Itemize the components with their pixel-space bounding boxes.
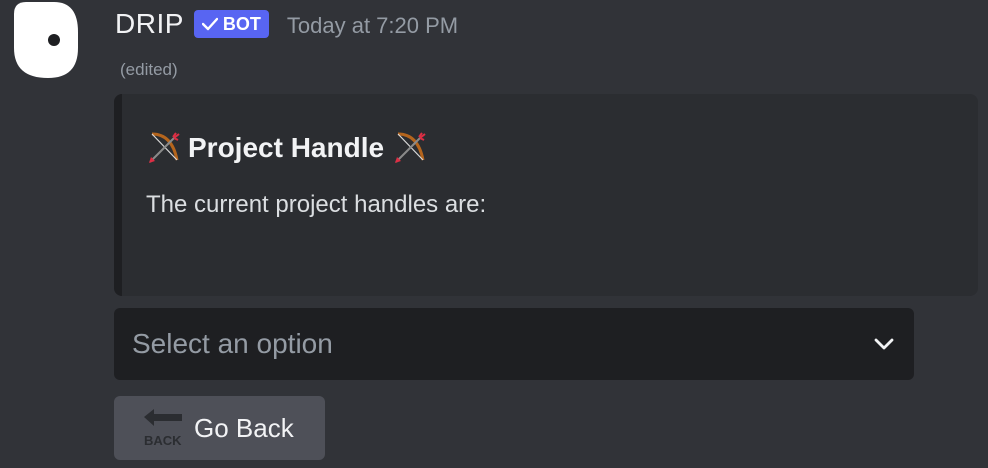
embed-accent-bar: [114, 94, 122, 296]
timestamp: Today at 7:20 PM: [286, 13, 459, 38]
avatar[interactable]: [14, 2, 78, 78]
chevron-down-icon: [874, 338, 894, 350]
bow-and-arrow-icon: [395, 132, 426, 163]
username[interactable]: DRIP: [115, 8, 184, 40]
bow-and-arrow-icon: [149, 132, 180, 163]
bot-badge: BOT: [193, 10, 269, 38]
back-icon-text: BACK: [144, 433, 182, 448]
go-back-button[interactable]: BACK Go Back: [114, 396, 325, 460]
edited-label: (edited): [120, 60, 178, 79]
select-placeholder: Select an option: [132, 328, 333, 359]
embed-title-text: Project Handle: [188, 132, 385, 163]
embed: Project Handle The current project handl…: [114, 94, 978, 296]
bot-badge-label: BOT: [222, 13, 261, 34]
message-header: DRIP BOT Today at 7:20 PM: [115, 6, 458, 42]
go-back-label: Go Back: [194, 412, 294, 443]
back-arrow-icon: BACK: [144, 409, 182, 448]
embed-description: The current project handles are:: [146, 191, 487, 218]
embed-title: Project Handle: [146, 130, 428, 166]
verified-check-icon: [201, 17, 218, 31]
select-menu[interactable]: Select an option: [114, 308, 914, 380]
